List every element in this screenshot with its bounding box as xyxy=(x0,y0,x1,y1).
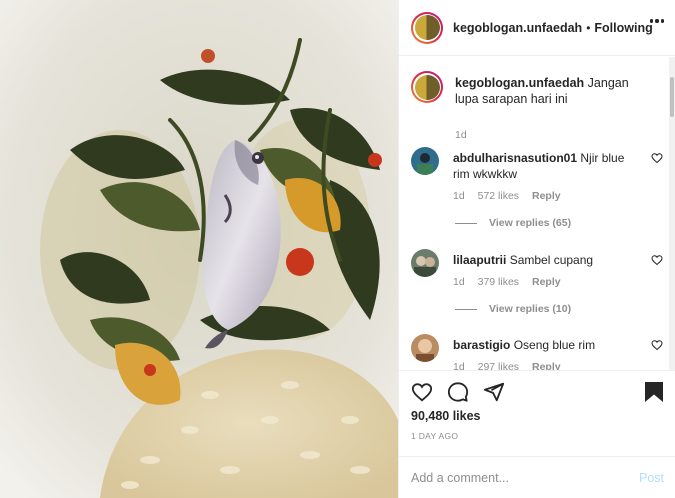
comment-meta: 1d 572 likes Reply xyxy=(453,190,571,202)
commenter-avatar[interactable] xyxy=(411,147,439,175)
comment-likes[interactable]: 572 likes xyxy=(478,190,519,202)
post-actions: 90,480 likes 1 DAY AGO xyxy=(399,370,675,456)
reply-button[interactable]: Reply xyxy=(532,361,561,370)
commenter-avatar[interactable] xyxy=(411,334,439,362)
post-date: 1 DAY AGO xyxy=(411,431,459,441)
more-options-icon[interactable] xyxy=(649,19,664,23)
view-replies-button[interactable]: View replies (10) xyxy=(455,303,571,315)
view-replies-button[interactable]: View replies (65) xyxy=(455,217,571,229)
comment-meta: 1d 379 likes Reply xyxy=(453,276,571,288)
post-header: kegoblogan.unfaedah • Following xyxy=(399,0,675,56)
comment-input[interactable] xyxy=(411,470,631,485)
separator-dot: • xyxy=(586,20,591,35)
comment-meta: 1d 297 likes Reply xyxy=(453,361,571,370)
comments-scrollbar[interactable] xyxy=(669,57,675,370)
caption-username[interactable]: kegoblogan.unfaedah xyxy=(455,76,584,90)
scrollbar-thumb[interactable] xyxy=(670,77,674,117)
post-photo[interactable] xyxy=(0,0,398,498)
post-comment-button[interactable]: Post xyxy=(639,471,664,485)
comment-time: 1d xyxy=(453,361,465,370)
comments-list[interactable]: kegoblogan.unfaedah Jangan lupa sarapan … xyxy=(399,57,675,370)
post-sidebar: kegoblogan.unfaedah • Following kegoblog… xyxy=(398,0,675,498)
heart-icon[interactable] xyxy=(411,381,433,403)
comment-time: 1d xyxy=(453,276,465,288)
reply-button[interactable]: Reply xyxy=(532,190,561,202)
comment-text: Oseng blue rim xyxy=(513,338,596,352)
view-replies-label: View replies (65) xyxy=(489,217,572,229)
comment-username[interactable]: abdulharisnasution01 xyxy=(453,151,577,165)
comment-heart-icon[interactable] xyxy=(651,254,663,266)
view-replies-label: View replies (10) xyxy=(489,303,572,315)
comment-likes[interactable]: 379 likes xyxy=(478,276,519,288)
reply-button[interactable]: Reply xyxy=(532,276,561,288)
author-username[interactable]: kegoblogan.unfaedah xyxy=(453,21,582,35)
comment-text-block: barastigio Oseng blue rim xyxy=(453,337,631,353)
comment-text-block: lilaaputrii Sambel cupang xyxy=(453,252,631,268)
comment-likes[interactable]: 297 likes xyxy=(478,361,519,370)
comment-heart-icon[interactable] xyxy=(651,339,663,351)
caption-time: 1d xyxy=(455,129,467,141)
comment-heart-icon[interactable] xyxy=(651,152,663,164)
caption-avatar[interactable] xyxy=(411,71,443,103)
comment-username[interactable]: lilaaputrii xyxy=(453,253,506,267)
caption-text-block: kegoblogan.unfaedah Jangan lupa sarapan … xyxy=(455,75,655,107)
comment-text-block: abdulharisnasution01 Njir blue rim wkwkk… xyxy=(453,150,631,182)
author-avatar[interactable] xyxy=(411,11,443,44)
bookmark-icon[interactable] xyxy=(644,381,664,403)
comment-username[interactable]: barastigio xyxy=(453,338,510,352)
comment-time: 1d xyxy=(453,190,465,202)
following-button[interactable]: Following xyxy=(594,21,652,35)
food-photo-illustration xyxy=(0,0,398,498)
commenter-avatar[interactable] xyxy=(411,249,439,277)
share-icon[interactable] xyxy=(483,381,505,403)
comment-icon[interactable] xyxy=(447,381,469,403)
comment-text: Sambel cupang xyxy=(509,253,594,267)
post-likes[interactable]: 90,480 likes xyxy=(411,409,481,423)
add-comment-bar: Post xyxy=(399,456,675,498)
